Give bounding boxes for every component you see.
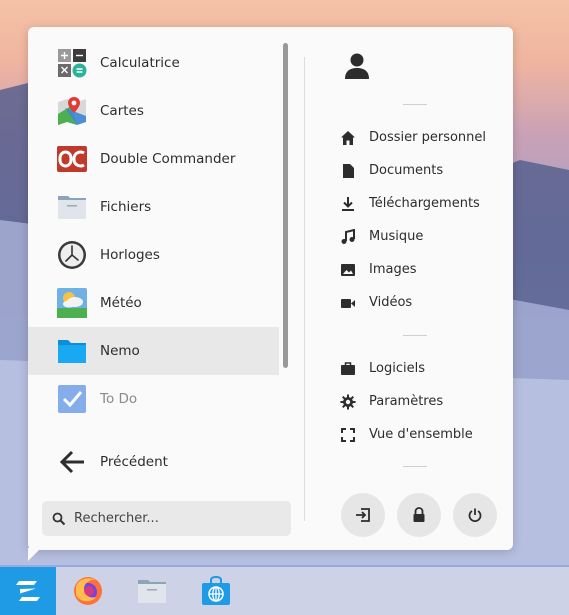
arrow-left-icon bbox=[59, 450, 84, 474]
app-item-nemo[interactable]: Nemo bbox=[28, 327, 279, 375]
app-item-horloges[interactable]: Horloges bbox=[28, 231, 279, 279]
place-label: Musique bbox=[369, 229, 424, 244]
lock-button[interactable] bbox=[397, 493, 441, 537]
app-label: Calculatrice bbox=[100, 55, 180, 71]
app-item-double-commander[interactable]: Double Commander bbox=[28, 135, 279, 183]
separator bbox=[403, 104, 427, 105]
firefox-icon[interactable] bbox=[72, 575, 104, 607]
places-list: Dossier personnel Documents Téléchargeme… bbox=[340, 121, 530, 319]
calculator-icon bbox=[58, 49, 87, 78]
app-menu: Calculatrice Cartes Double Commander Fic… bbox=[28, 27, 513, 550]
document-icon bbox=[343, 163, 354, 178]
video-icon bbox=[341, 298, 355, 308]
briefcase-icon bbox=[341, 361, 355, 375]
system-software[interactable]: Logiciels bbox=[340, 352, 530, 385]
power-button[interactable] bbox=[453, 493, 497, 537]
start-menu-button[interactable] bbox=[0, 567, 56, 615]
logout-button[interactable] bbox=[341, 493, 385, 537]
search-icon bbox=[52, 512, 66, 525]
place-documents[interactable]: Documents bbox=[340, 154, 530, 187]
taskbar bbox=[0, 567, 569, 615]
search-input[interactable] bbox=[74, 511, 274, 526]
weather-icon bbox=[57, 288, 87, 318]
todo-icon bbox=[58, 385, 86, 413]
app-item-calculatrice[interactable]: Calculatrice bbox=[28, 39, 279, 87]
app-label: Cartes bbox=[100, 103, 144, 119]
back-label: Précédent bbox=[100, 454, 168, 470]
download-icon bbox=[342, 196, 354, 211]
place-label: Dossier personnel bbox=[369, 130, 487, 145]
system-settings[interactable]: Paramètres bbox=[340, 385, 530, 418]
app-item-meteo[interactable]: Météo bbox=[28, 279, 279, 327]
separator bbox=[403, 466, 427, 467]
place-downloads[interactable]: Téléchargements bbox=[340, 187, 530, 220]
app-item-fichiers[interactable]: Fichiers bbox=[28, 183, 279, 231]
zorin-logo-icon bbox=[16, 581, 40, 601]
place-images[interactable]: Images bbox=[340, 253, 530, 286]
app-label: Double Commander bbox=[100, 151, 236, 167]
app-label: Fichiers bbox=[100, 199, 152, 215]
maps-icon bbox=[58, 97, 86, 125]
power-icon bbox=[468, 508, 482, 522]
separator bbox=[403, 335, 427, 336]
clocks-icon bbox=[58, 241, 86, 269]
column-divider bbox=[304, 57, 305, 521]
app-label: Météo bbox=[100, 295, 142, 311]
place-label: Téléchargements bbox=[369, 196, 480, 211]
menu-tail bbox=[28, 548, 41, 561]
system-label: Logiciels bbox=[369, 361, 425, 376]
logout-icon bbox=[356, 508, 370, 522]
back-button[interactable]: Précédent bbox=[28, 438, 279, 486]
user-avatar-icon[interactable] bbox=[342, 51, 372, 81]
app-label: To Do bbox=[100, 391, 138, 407]
app-item-cartes[interactable]: Cartes bbox=[28, 87, 279, 135]
place-label: Vidéos bbox=[369, 295, 413, 310]
app-label: Horloges bbox=[100, 247, 160, 263]
app-list: Calculatrice Cartes Double Commander Fic… bbox=[28, 39, 279, 423]
place-label: Images bbox=[369, 262, 417, 277]
search-box[interactable] bbox=[42, 501, 291, 536]
app-label: Nemo bbox=[100, 343, 140, 359]
overview-icon bbox=[341, 427, 355, 442]
place-home[interactable]: Dossier personnel bbox=[340, 121, 530, 154]
app-list-scrollbar[interactable] bbox=[283, 43, 288, 368]
gear-icon bbox=[340, 394, 356, 409]
system-label: Vue d'ensemble bbox=[369, 427, 473, 442]
nemo-folder-icon bbox=[58, 340, 86, 363]
place-music[interactable]: Musique bbox=[340, 220, 530, 253]
software-store-icon[interactable] bbox=[200, 575, 232, 607]
double-commander-icon bbox=[57, 146, 87, 172]
home-icon bbox=[341, 130, 355, 145]
image-icon bbox=[341, 263, 355, 276]
music-icon bbox=[341, 228, 355, 244]
system-label: Paramètres bbox=[369, 394, 444, 409]
system-overview[interactable]: Vue d'ensemble bbox=[340, 418, 530, 451]
lock-icon bbox=[413, 507, 425, 522]
system-list: Logiciels Paramètres Vue d'ensemble bbox=[340, 352, 530, 451]
place-label: Documents bbox=[369, 163, 444, 178]
place-videos[interactable]: Vidéos bbox=[340, 286, 530, 319]
app-item-todo[interactable]: To Do bbox=[28, 375, 279, 423]
files-icon[interactable] bbox=[136, 575, 168, 607]
files-icon bbox=[58, 196, 86, 219]
